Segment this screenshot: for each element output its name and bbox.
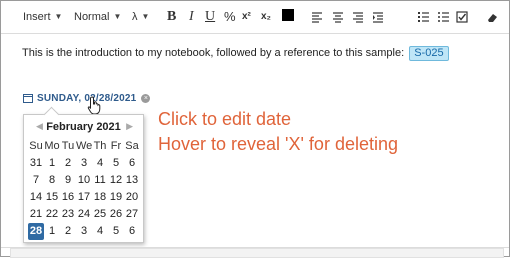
delete-date-icon[interactable]: × xyxy=(141,93,151,103)
math-label: λ xyxy=(132,11,138,23)
underline-button[interactable]: U xyxy=(205,8,215,26)
calendar-day[interactable]: 9 xyxy=(60,172,76,189)
calendar-day[interactable]: 16 xyxy=(60,189,76,206)
calendar-day[interactable]: 3 xyxy=(76,155,92,172)
intro-text: This is the introduction to my notebook,… xyxy=(22,47,405,59)
format-label: Normal xyxy=(74,11,110,23)
calendar-icon xyxy=(23,94,33,103)
calendar-day[interactable]: 12 xyxy=(108,172,124,189)
chevron-down-icon: ▼ xyxy=(141,12,150,21)
calendar-day[interactable]: 4 xyxy=(92,223,108,240)
bullet-list-icon[interactable] xyxy=(438,8,450,26)
calendar-day[interactable]: 13 xyxy=(124,172,140,189)
calendar-day[interactable]: 19 xyxy=(108,189,124,206)
calendar-day[interactable]: 2 xyxy=(60,223,76,240)
calendar-day[interactable]: 1 xyxy=(44,155,60,172)
link-button[interactable]: % xyxy=(224,8,236,26)
insert-label: Insert xyxy=(23,11,51,23)
weekday-label: We xyxy=(76,140,93,152)
calendar-day[interactable]: 2 xyxy=(60,155,76,172)
calendar-day[interactable]: 21 xyxy=(28,206,44,223)
sample-reference-tag[interactable]: S-025 xyxy=(409,46,449,61)
weekday-label: Tu xyxy=(61,140,75,152)
calendar-day-selected[interactable]: 28 xyxy=(28,223,44,240)
calendar-day[interactable]: 15 xyxy=(44,189,60,206)
calendar-grid: Su Mo Tu We Th Fr Sa 31 1 2 3 4 5 6 7 8 … xyxy=(28,138,141,240)
align-left-icon[interactable] xyxy=(311,8,323,26)
calendar-day[interactable]: 25 xyxy=(92,206,108,223)
calendar-day[interactable]: 14 xyxy=(28,189,44,206)
calendar-day[interactable]: 24 xyxy=(76,206,92,223)
calendar-day[interactable]: 11 xyxy=(92,172,108,189)
weekday-label: Fr xyxy=(110,140,122,152)
calendar-day[interactable]: 10 xyxy=(76,172,92,189)
align-right-icon[interactable] xyxy=(352,8,364,26)
calendar-day[interactable]: 20 xyxy=(124,189,140,206)
calendar-day[interactable]: 3 xyxy=(76,223,92,240)
calendar-week: 14 15 16 17 18 19 20 xyxy=(28,189,141,206)
calendar-week: 21 22 23 24 25 26 27 xyxy=(28,206,141,223)
calendar-day[interactable]: 6 xyxy=(124,223,140,240)
format-dropdown[interactable]: Normal ▼ xyxy=(74,8,121,26)
calendar-week: 31 1 2 3 4 5 6 xyxy=(28,155,141,172)
weekday-header: Su Mo Tu We Th Fr Sa xyxy=(28,138,141,155)
weekday-label: Su xyxy=(29,140,43,152)
calendar-day[interactable]: 8 xyxy=(44,172,60,189)
calendar-day[interactable]: 18 xyxy=(92,189,108,206)
weekday-label: Mo xyxy=(44,140,60,152)
editor-paragraph[interactable]: This is the introduction to my notebook,… xyxy=(22,46,449,61)
chevron-down-icon: ▼ xyxy=(54,12,63,21)
calendar-day[interactable]: 7 xyxy=(28,172,44,189)
calendar-day[interactable]: 22 xyxy=(44,206,60,223)
subscript-button[interactable]: x₂ xyxy=(261,8,271,26)
calendar-week: 7 8 9 10 11 12 13 xyxy=(28,172,141,189)
editor-frame: Insert ▼ Normal ▼ λ ▼ B I U % x² x₂ This… xyxy=(0,0,510,258)
calendar-day[interactable]: 23 xyxy=(60,206,76,223)
superscript-button[interactable]: x² xyxy=(242,8,251,26)
insert-dropdown[interactable]: Insert ▼ xyxy=(23,8,62,26)
popup-pointer xyxy=(43,106,60,123)
calendar-day[interactable]: 26 xyxy=(108,206,124,223)
indent-icon[interactable] xyxy=(372,8,384,26)
link-icon: % xyxy=(224,9,236,24)
calendar-day[interactable]: 4 xyxy=(92,155,108,172)
align-center-icon[interactable] xyxy=(332,8,344,26)
calendar-day[interactable]: 1 xyxy=(44,223,60,240)
calendar-day[interactable]: 27 xyxy=(124,206,140,223)
weekday-label: Th xyxy=(93,140,107,152)
checklist-icon[interactable] xyxy=(456,8,468,26)
weekday-label: Sa xyxy=(125,140,139,152)
date-picker-popup: ◀ February 2021 ▶ Su Mo Tu We Th Fr Sa 3… xyxy=(23,106,144,243)
hint-delete-date: Hover to reveal 'X' for deleting xyxy=(158,134,398,154)
bold-button[interactable]: B xyxy=(167,8,176,26)
calendar-day[interactable]: 17 xyxy=(76,189,92,206)
ordered-list-icon[interactable] xyxy=(418,8,430,26)
calendar-day[interactable]: 5 xyxy=(108,223,124,240)
chevron-down-icon: ▼ xyxy=(113,12,122,21)
hand-cursor-icon xyxy=(87,96,101,115)
text-color-swatch[interactable] xyxy=(282,9,294,21)
editor-toolbar: Insert ▼ Normal ▼ λ ▼ B I U % x² x₂ xyxy=(1,1,509,34)
calendar-day[interactable]: 5 xyxy=(108,155,124,172)
italic-button[interactable]: I xyxy=(189,8,194,26)
calendar-week: 28 1 2 3 4 5 6 xyxy=(28,223,141,240)
calendar-day[interactable]: 6 xyxy=(124,155,140,172)
eraser-icon[interactable] xyxy=(486,8,499,26)
calendar-day[interactable]: 31 xyxy=(28,155,44,172)
next-month-icon[interactable]: ▶ xyxy=(126,121,133,132)
hint-edit-date: Click to edit date xyxy=(158,109,292,129)
math-dropdown[interactable]: λ ▼ xyxy=(132,8,149,26)
